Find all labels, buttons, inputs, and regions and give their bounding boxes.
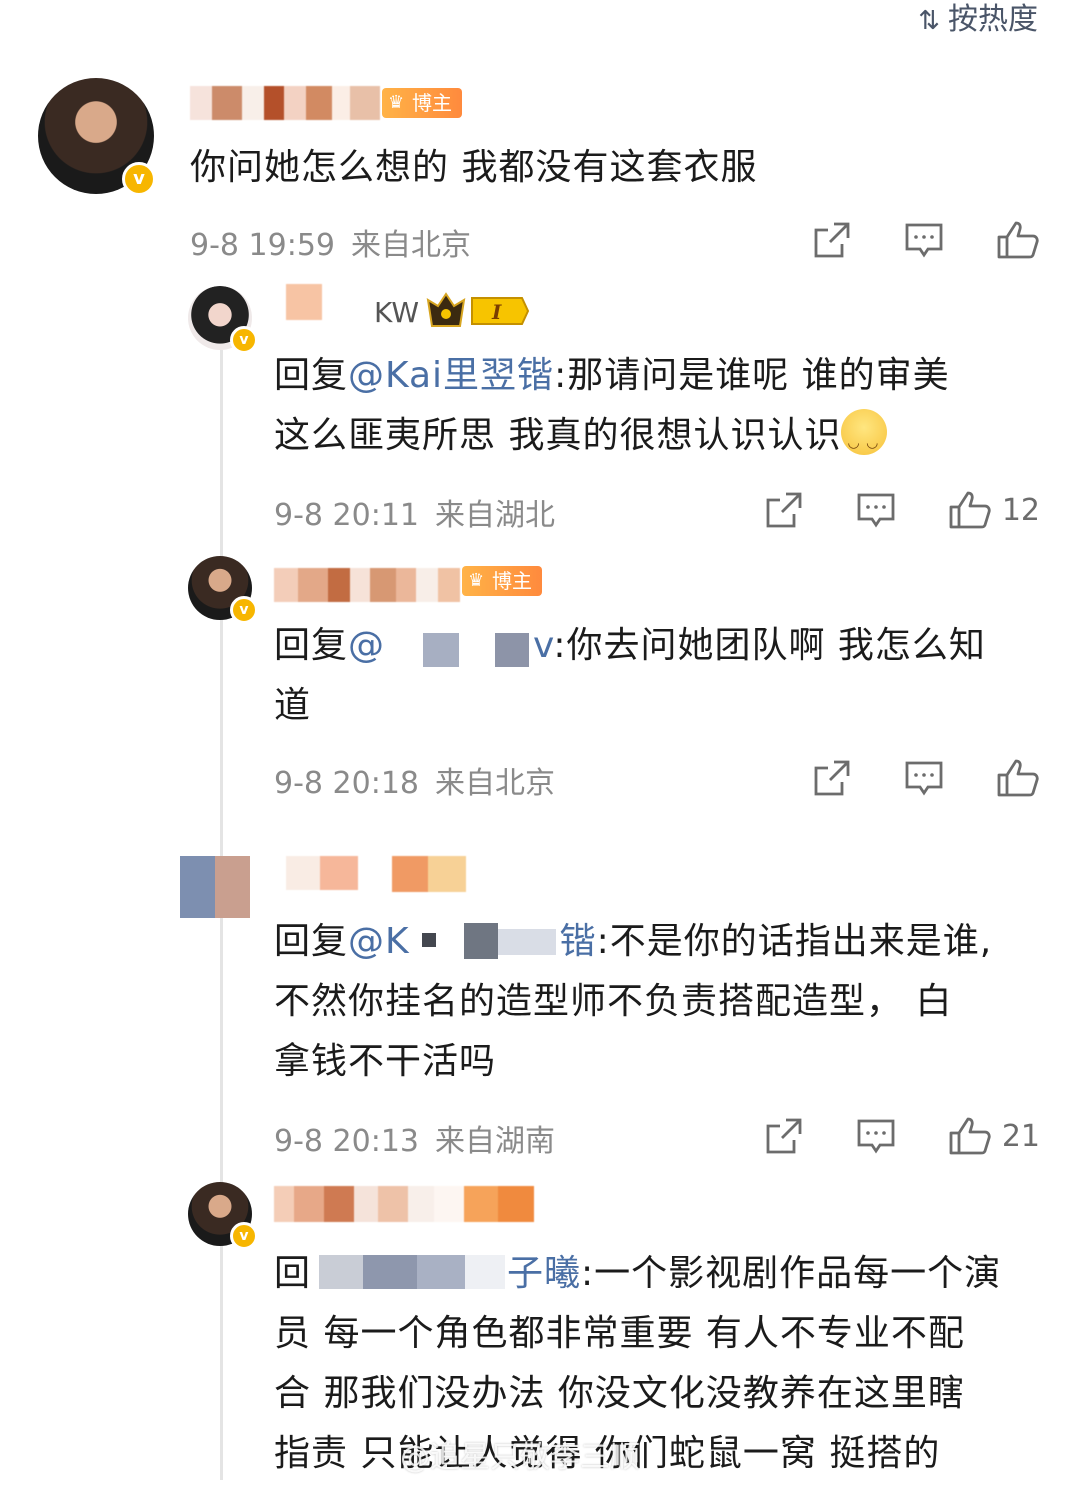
mention-blurred xyxy=(385,623,533,667)
reply-meta: 9-8 20:11 来自湖北 xyxy=(274,498,555,533)
blogger-tag: ♛ 博主 xyxy=(462,566,542,596)
thumbs-up-icon xyxy=(997,221,1039,259)
reply-text: 回复@ v:你去问她团队啊 我怎么知 道 xyxy=(274,623,986,726)
reply-meta: 9-8 20:18 来自北京 xyxy=(274,766,555,801)
verified-badge-icon: v xyxy=(122,162,156,196)
comment-location: 来自北京 xyxy=(351,228,471,263)
share-button[interactable] xyxy=(812,758,852,798)
reply-actions xyxy=(812,756,1040,800)
reply-prefix: 回复 xyxy=(274,921,349,962)
username-blurred[interactable] xyxy=(286,856,366,890)
member-badge-blurred xyxy=(392,856,468,892)
reply-text: 回复@Kai里翌锴:那请问是谁呢 谁的审美 这么匪夷所思 我真的很想认识认识 xyxy=(274,346,1044,473)
like-count: 12 xyxy=(1001,492,1040,528)
like-button[interactable] xyxy=(996,220,1040,260)
reply-text: 回复@K 锴:不是你的话指出来是谁, 不然你挂名的造型师不负责搭配造型， 白 拿钱… xyxy=(274,919,993,1082)
reply-prefix: 回复 xyxy=(274,625,349,666)
comment-time: 9-8 19:59 xyxy=(190,228,335,263)
sort-by-hot-button[interactable]: ⇅ 按热度 xyxy=(918,0,1038,38)
reply-button[interactable] xyxy=(904,220,944,260)
mention-blurred xyxy=(410,919,560,959)
like-button[interactable]: 21 xyxy=(948,1116,1040,1156)
sort-label: 按热度 xyxy=(948,2,1038,37)
share-icon xyxy=(814,222,850,258)
username-blurred[interactable] xyxy=(274,1186,540,1222)
svg-text:I: I xyxy=(491,300,502,324)
reply-meta: 9-8 20:13 来自湖南 xyxy=(274,1124,555,1159)
avatar[interactable] xyxy=(180,856,250,918)
comment-text: 你问她怎么想的 我都没有这套衣服 xyxy=(190,147,758,188)
like-button[interactable]: 12 xyxy=(948,490,1040,530)
comment-meta: 9-8 19:59 来自北京 xyxy=(190,220,471,264)
thumbs-up-icon xyxy=(949,491,991,529)
comment-icon xyxy=(857,1119,895,1154)
watermark: @追星只敬李三顺 xyxy=(400,1440,640,1475)
mention-blurred xyxy=(311,1251,507,1291)
verified-badge-icon: v xyxy=(230,326,258,354)
reply-text: 回子曦:一个影视剧作品每一个演 员 每一个角色都非常重要 有人不专业不配 合 那… xyxy=(274,1251,1002,1474)
thumbs-up-icon xyxy=(997,759,1039,797)
reply-actions: 12 xyxy=(764,488,1040,532)
avatar[interactable]: v xyxy=(188,286,258,354)
share-button[interactable] xyxy=(812,220,852,260)
username-visible[interactable]: KW xyxy=(374,296,419,329)
share-icon xyxy=(766,492,802,528)
mention-link[interactable]: @ xyxy=(348,625,385,666)
smile-emoji-icon xyxy=(841,409,888,473)
crown-icon: ♛ xyxy=(468,570,485,591)
avatar[interactable]: v xyxy=(188,556,258,624)
reply-button[interactable] xyxy=(904,758,944,798)
share-icon xyxy=(766,1118,802,1154)
reply-actions: 21 xyxy=(764,1114,1040,1158)
comment-icon xyxy=(857,493,895,528)
sort-icon: ⇅ xyxy=(918,6,940,36)
username-blurred[interactable] xyxy=(274,568,460,602)
mention-link[interactable]: @K xyxy=(348,921,410,962)
verified-badge-icon: v xyxy=(230,596,258,624)
like-count: 21 xyxy=(1001,1118,1040,1154)
reply-prefix: 回 xyxy=(274,1253,312,1294)
blogger-tag: ♛ 博主 xyxy=(382,88,462,118)
member-crown-icon: I xyxy=(426,292,530,330)
share-icon xyxy=(814,760,850,796)
thumbs-up-icon xyxy=(949,1117,991,1155)
share-button[interactable] xyxy=(764,490,804,530)
username-blurred[interactable] xyxy=(190,86,380,120)
share-button[interactable] xyxy=(764,1116,804,1156)
reply-button[interactable] xyxy=(856,490,896,530)
like-button[interactable] xyxy=(996,758,1040,798)
verified-badge-icon: v xyxy=(230,1222,258,1250)
comment-actions xyxy=(812,218,1040,262)
reply-button[interactable] xyxy=(856,1116,896,1156)
crown-icon: ♛ xyxy=(388,92,405,113)
comment-icon xyxy=(905,761,943,796)
username-blurred[interactable] xyxy=(286,284,322,320)
mention-link[interactable]: @Kai里翌锴 xyxy=(348,355,554,396)
avatar[interactable]: v xyxy=(188,1182,258,1250)
avatar[interactable]: v xyxy=(38,78,156,196)
comment-icon xyxy=(905,223,943,258)
reply-prefix: 回复 xyxy=(274,355,349,396)
